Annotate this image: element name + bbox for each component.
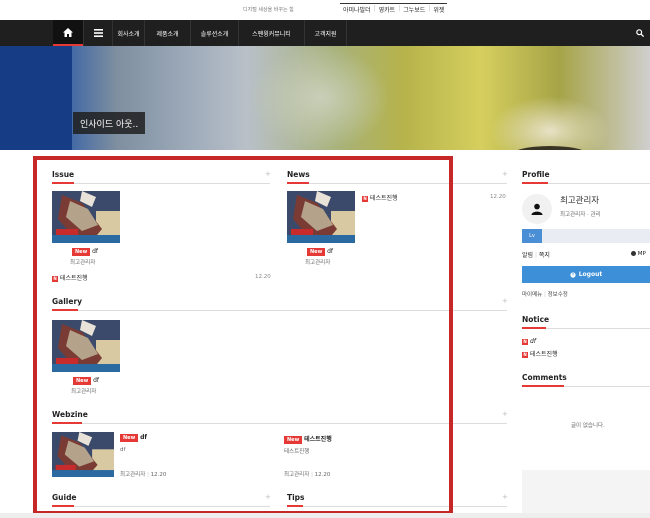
profile-bottom-links: 마이메뉴 | 정보수정 xyxy=(522,290,568,298)
link-my-menu[interactable]: 마이메뉴 xyxy=(522,292,542,298)
search-button[interactable] xyxy=(630,20,650,46)
hero-image-area xyxy=(490,96,610,150)
more-icon[interactable]: + xyxy=(502,170,508,178)
logout-button[interactable]: Logout xyxy=(522,266,650,283)
logout-label: Logout xyxy=(578,271,603,278)
hero-banner[interactable]: 인사이드 아웃.. xyxy=(0,46,650,150)
sidebar-widget xyxy=(522,470,650,515)
hero-image-area xyxy=(250,46,390,150)
more-icon[interactable]: + xyxy=(502,410,508,418)
section-title-profile: Profile xyxy=(522,170,550,179)
home-button[interactable] xyxy=(53,20,83,46)
profile-name[interactable]: 최고관리자 xyxy=(560,194,599,206)
highlight-frame xyxy=(33,156,453,515)
nav-item-community[interactable]: 스펜윙커뮤니티 xyxy=(239,20,305,46)
nav-item-solutions[interactable]: 솔루션소개 xyxy=(191,20,239,46)
list-item-title[interactable]: df xyxy=(530,338,536,345)
top-link-widget[interactable]: 위젯 xyxy=(430,5,447,14)
more-icon[interactable]: + xyxy=(502,297,508,305)
level-bar-fill: Lv xyxy=(522,229,542,243)
section-title-notice[interactable]: Notice xyxy=(522,315,549,324)
new-icon: N xyxy=(522,338,528,345)
top-link-gnuboard[interactable]: 그누보드 xyxy=(400,5,428,14)
more-icon[interactable]: + xyxy=(502,493,508,501)
nav-item-products[interactable]: 제품소개 xyxy=(145,20,191,46)
power-icon xyxy=(570,271,576,278)
mp-link[interactable]: MP xyxy=(631,251,646,257)
list-item[interactable]: N 테스트진행 xyxy=(522,349,558,358)
mp-label: MP xyxy=(637,251,646,257)
empty-message: 글이 없습니다. xyxy=(571,423,605,429)
nav-item-company[interactable]: 회사소개 xyxy=(113,20,145,46)
list-item-title[interactable]: 테스트진행 xyxy=(530,351,558,358)
user-icon xyxy=(531,203,543,215)
hero-image xyxy=(0,46,72,150)
top-links: 아미나빌더 | 영카트 | 그누보드 | 위젯 xyxy=(340,3,448,14)
nav-menu: 회사소개 제품소개 솔루션소개 스펜윙커뮤니티 고객지원 xyxy=(53,20,347,46)
footer-strip xyxy=(0,513,650,518)
list-item-date: 12.20 xyxy=(490,194,506,200)
top-link-youngcart[interactable]: 영카트 xyxy=(376,5,399,14)
profile-links: 알림 | 쪽지 xyxy=(522,250,550,259)
hamburger-icon xyxy=(93,29,103,37)
nav-item-support[interactable]: 고객지원 xyxy=(305,20,347,46)
search-icon xyxy=(636,29,644,37)
site-tagline: 디지털 세상을 바꾸는 힘 xyxy=(243,7,294,13)
avatar[interactable] xyxy=(522,194,552,224)
divider xyxy=(522,385,564,387)
main-navbar: 회사소개 제품소개 솔루션소개 스펜윙커뮤니티 고객지원 xyxy=(0,20,650,46)
profile-sub: 최고관리자 · 관리 xyxy=(560,212,601,218)
link-edit-profile[interactable]: 정보수정 xyxy=(548,292,568,298)
section-title-comments[interactable]: Comments xyxy=(522,373,567,382)
divider xyxy=(522,327,546,329)
list-item[interactable]: Ndf xyxy=(522,338,536,345)
info-icon xyxy=(631,251,636,256)
link-messages[interactable]: 쪽지 xyxy=(539,252,550,259)
link-notifications[interactable]: 알림 xyxy=(522,252,533,259)
top-link-amina[interactable]: 아미나빌더 xyxy=(340,5,374,14)
new-icon: N xyxy=(522,351,528,358)
home-icon xyxy=(63,27,73,37)
divider xyxy=(522,182,548,184)
menu-toggle-button[interactable] xyxy=(83,20,113,46)
hero-caption[interactable]: 인사이드 아웃.. xyxy=(73,112,146,134)
level-bar: Lv xyxy=(522,229,650,243)
top-bar: 디지털 세상을 바꾸는 힘 아미나빌더 | 영카트 | 그누보드 | 위젯 xyxy=(0,0,650,20)
